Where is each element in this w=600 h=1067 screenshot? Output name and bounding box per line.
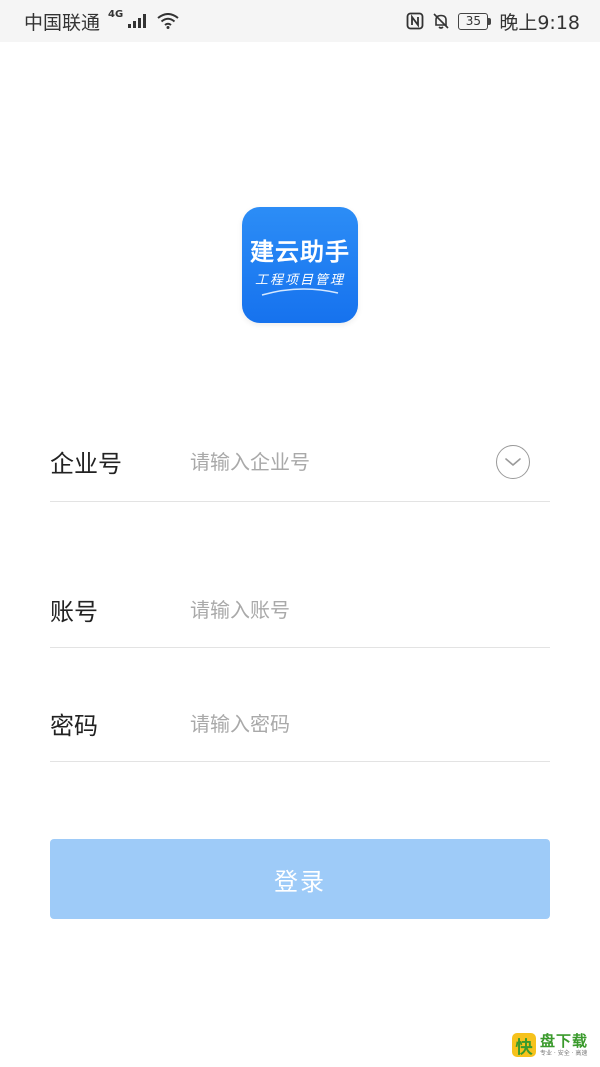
carrier-name: 中国联通 [24,11,101,34]
account-label: 账号 [50,598,98,626]
nfc-icon [406,12,424,30]
chevron-down-icon [505,457,521,466]
password-row: 密码 [50,686,550,762]
password-input[interactable] [190,703,550,744]
battery-level: 35 [458,12,489,30]
battery-icon: 35 [458,12,492,30]
watermark-title: 盘下载 [539,1031,588,1050]
status-left: 中国联通 4G [24,8,179,35]
watermark-badge: 快 [511,1033,536,1058]
company-row: 企业号 [50,422,550,502]
signal-icon [127,13,149,29]
password-label: 密码 [50,712,98,740]
wifi-icon [157,13,179,29]
company-input[interactable] [190,441,496,482]
mute-icon [432,12,450,30]
logo-subtitle: 工程项目管理 [254,273,345,288]
status-right: 35 晚上9:18 [406,8,580,35]
clock: 晚上9:18 [499,11,580,34]
logo-title: 建云助手 [250,238,350,266]
app-logo: 建云助手 工程项目管理 [242,207,358,323]
company-label: 企业号 [50,450,122,478]
company-dropdown-button[interactable] [496,444,530,479]
network-type: 4G [108,8,124,20]
watermark-tagline: 专业 · 安全 · 高速 [539,1049,588,1057]
watermark: 快 盘下载 专业 · 安全 · 高速 [511,1031,588,1058]
account-row: 账号 [50,572,550,648]
account-input[interactable] [190,589,550,630]
login-button[interactable]: 登录 [50,839,550,919]
status-bar: 中国联通 4G 35 晚上9:18 [0,0,600,42]
